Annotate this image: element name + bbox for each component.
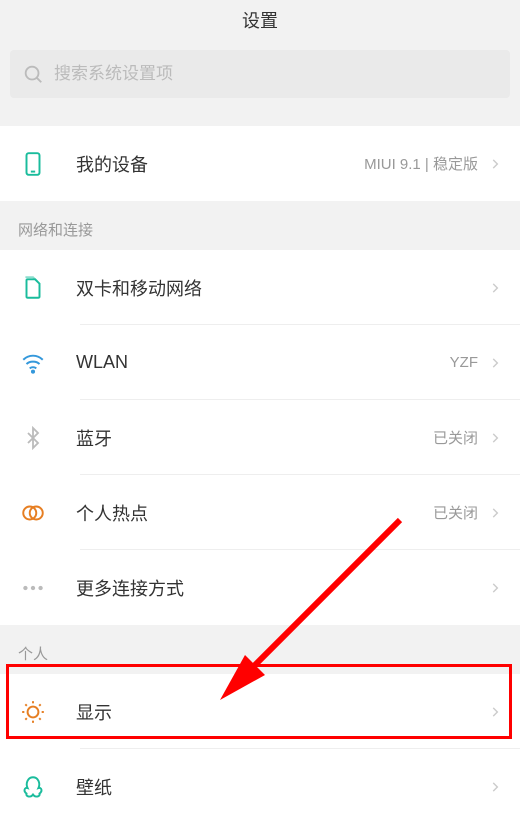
row-wlan[interactable]: WLAN YZF bbox=[0, 325, 520, 400]
wifi-icon bbox=[18, 348, 48, 378]
row-display[interactable]: 显示 bbox=[0, 674, 520, 749]
row-label: 我的设备 bbox=[76, 151, 364, 177]
row-label: WLAN bbox=[76, 352, 450, 373]
section-network: 双卡和移动网络 WLAN YZF 蓝牙 已关闭 bbox=[0, 250, 520, 625]
row-label: 个人热点 bbox=[76, 500, 433, 526]
wallpaper-icon bbox=[18, 772, 48, 802]
row-value: MIUI 9.1 | 稳定版 bbox=[364, 153, 478, 174]
row-label: 双卡和移动网络 bbox=[76, 275, 488, 301]
row-value: 已关闭 bbox=[433, 427, 478, 448]
row-label: 更多连接方式 bbox=[76, 575, 488, 601]
row-label: 蓝牙 bbox=[76, 425, 433, 451]
brightness-icon bbox=[18, 697, 48, 727]
row-bluetooth[interactable]: 蓝牙 已关闭 bbox=[0, 400, 520, 475]
chevron-right-icon bbox=[488, 780, 502, 794]
device-icon bbox=[18, 149, 48, 179]
chevron-right-icon bbox=[488, 157, 502, 171]
chevron-right-icon bbox=[488, 431, 502, 445]
section-gap bbox=[0, 108, 520, 126]
row-value: 已关闭 bbox=[433, 502, 478, 523]
row-label: 显示 bbox=[76, 699, 488, 725]
chevron-right-icon bbox=[488, 581, 502, 595]
chevron-right-icon bbox=[488, 506, 502, 520]
more-icon bbox=[18, 573, 48, 603]
search-input[interactable] bbox=[54, 64, 498, 84]
chevron-right-icon bbox=[488, 705, 502, 719]
section-header-network: 网络和连接 bbox=[0, 201, 520, 250]
search-icon bbox=[22, 63, 44, 85]
row-wallpaper[interactable]: 壁纸 bbox=[0, 749, 520, 824]
chevron-right-icon bbox=[488, 281, 502, 295]
row-my-device[interactable]: 我的设备 MIUI 9.1 | 稳定版 bbox=[0, 126, 520, 201]
section-device: 我的设备 MIUI 9.1 | 稳定版 bbox=[0, 126, 520, 201]
chevron-right-icon bbox=[488, 356, 502, 370]
row-more-connections[interactable]: 更多连接方式 bbox=[0, 550, 520, 625]
hotspot-icon bbox=[18, 498, 48, 528]
section-header-personal: 个人 bbox=[0, 625, 520, 674]
page-title: 设置 bbox=[242, 7, 278, 33]
bluetooth-icon bbox=[18, 423, 48, 453]
sim-icon bbox=[18, 273, 48, 303]
section-personal: 显示 壁纸 bbox=[0, 674, 520, 824]
row-value: YZF bbox=[450, 354, 478, 371]
row-label: 壁纸 bbox=[76, 774, 488, 800]
header: 设置 bbox=[0, 0, 520, 40]
row-hotspot[interactable]: 个人热点 已关闭 bbox=[0, 475, 520, 550]
row-sim[interactable]: 双卡和移动网络 bbox=[0, 250, 520, 325]
search-bar[interactable] bbox=[10, 50, 510, 98]
